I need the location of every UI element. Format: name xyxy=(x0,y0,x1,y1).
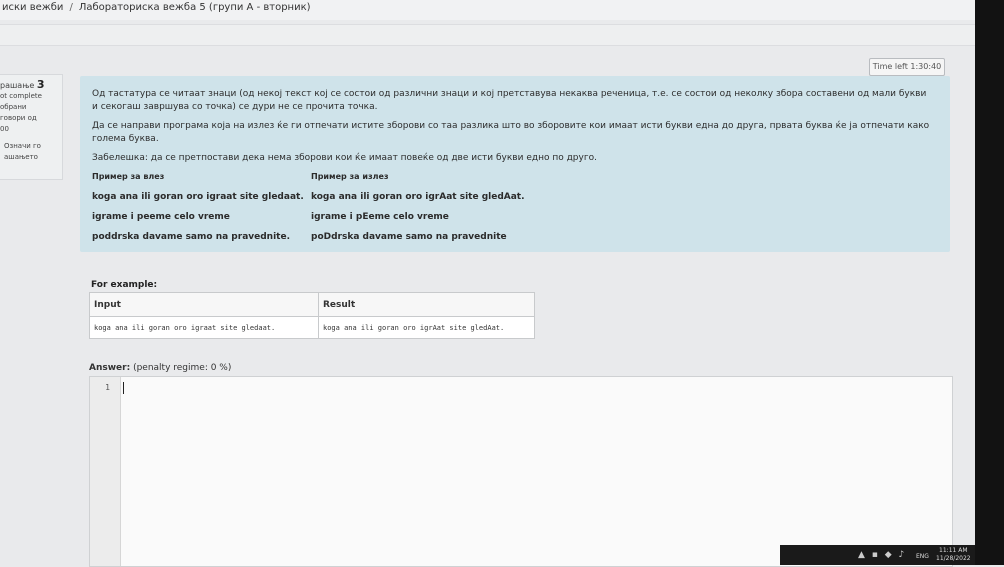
result-column-header: Result xyxy=(318,291,535,318)
example-header-output: Пример за излез xyxy=(311,172,389,181)
line-number-gutter: 1 xyxy=(90,377,121,566)
taskbar-clock[interactable]: 11:11 AM 11/28/2022 xyxy=(936,547,971,563)
line-number: 1 xyxy=(105,383,110,392)
marks-line: говори од xyxy=(0,114,37,122)
breadcrumb: иски вежби / Лабораториска вежба 5 (групи … xyxy=(0,0,977,20)
question-note: Забелешка: да се претпостави дека нема з… xyxy=(92,153,597,163)
for-example-table: Input Result koga ana ili goran oro igra… xyxy=(89,291,535,339)
example-input: poddrska davame samo na pravednite. xyxy=(92,232,290,242)
header-band xyxy=(0,24,975,46)
breadcrumb-item-course[interactable]: иски вежби xyxy=(2,2,63,13)
windows-taskbar: ▲ ▪ ◆ ♪ ENG 11:11 AM 11/28/2022 xyxy=(780,545,975,565)
marks-line: 00 xyxy=(0,125,9,133)
example-row: igrame i peeme celo vreme igrame i pEeme… xyxy=(92,210,525,230)
marks-line: обрани xyxy=(0,103,27,111)
code-editor[interactable]: 1 xyxy=(89,376,953,567)
example-output: koga ana ili goran oro igrAat site gledA… xyxy=(311,192,525,202)
table-row: koga ana ili goran oro igraat site gleda… xyxy=(89,316,535,339)
example-input: igrame i peeme celo vreme xyxy=(92,212,230,222)
breadcrumb-item-quiz[interactable]: Лабораториска вежба 5 (групи А - вторник… xyxy=(79,2,311,13)
question-paragraph: Да се направи програма која на излез ќе … xyxy=(92,121,930,144)
question-status: ot complete xyxy=(0,92,42,100)
example-header-input: Пример за влез xyxy=(92,172,165,181)
flag-question-link[interactable]: Означи го ашањето xyxy=(0,141,62,163)
example-header-row: Пример за влез Пример за излез xyxy=(92,170,525,190)
input-cell: koga ana ili goran oro igraat site gleda… xyxy=(89,316,319,339)
input-column-header: Input xyxy=(89,291,319,318)
monitor-bezel xyxy=(975,0,1004,565)
breadcrumb-separator: / xyxy=(69,2,73,13)
question-text: Од тастатура се читаат знаци (од некој т… xyxy=(92,88,932,171)
for-example-label: For example: xyxy=(91,280,158,290)
answer-label: Answer: (penalty regime: 0 %) xyxy=(89,363,232,373)
example-row: poddrska davame samo na pravednite. poDd… xyxy=(92,230,525,250)
text-cursor xyxy=(123,382,124,394)
example-table: Пример за влез Пример за излез koga ana … xyxy=(92,170,525,250)
question-paragraph: Од тастатура се читаат знаци (од некој т… xyxy=(92,89,927,112)
example-input: koga ana ili goran oro igraat site gleda… xyxy=(92,192,304,202)
example-output: poDdrska davame samo na pravednite xyxy=(311,232,507,242)
time-left-badge: Time left 1:30:40 xyxy=(869,58,945,76)
question-info-panel: рашање 3 ot complete обрани говори од 00… xyxy=(0,74,63,180)
table-header-row: Input Result xyxy=(89,291,535,318)
system-tray-icons[interactable]: ▲ ▪ ◆ ♪ xyxy=(858,550,906,560)
example-output: igrame i pEeme celo vreme xyxy=(311,212,449,222)
question-number: рашање 3 xyxy=(0,78,45,91)
result-cell: koga ana ili goran oro igrAat site gledA… xyxy=(318,316,535,339)
language-indicator[interactable]: ENG xyxy=(916,553,929,560)
penalty-regime: (penalty regime: 0 %) xyxy=(133,363,232,373)
example-row: koga ana ili goran oro igraat site gleda… xyxy=(92,190,525,210)
